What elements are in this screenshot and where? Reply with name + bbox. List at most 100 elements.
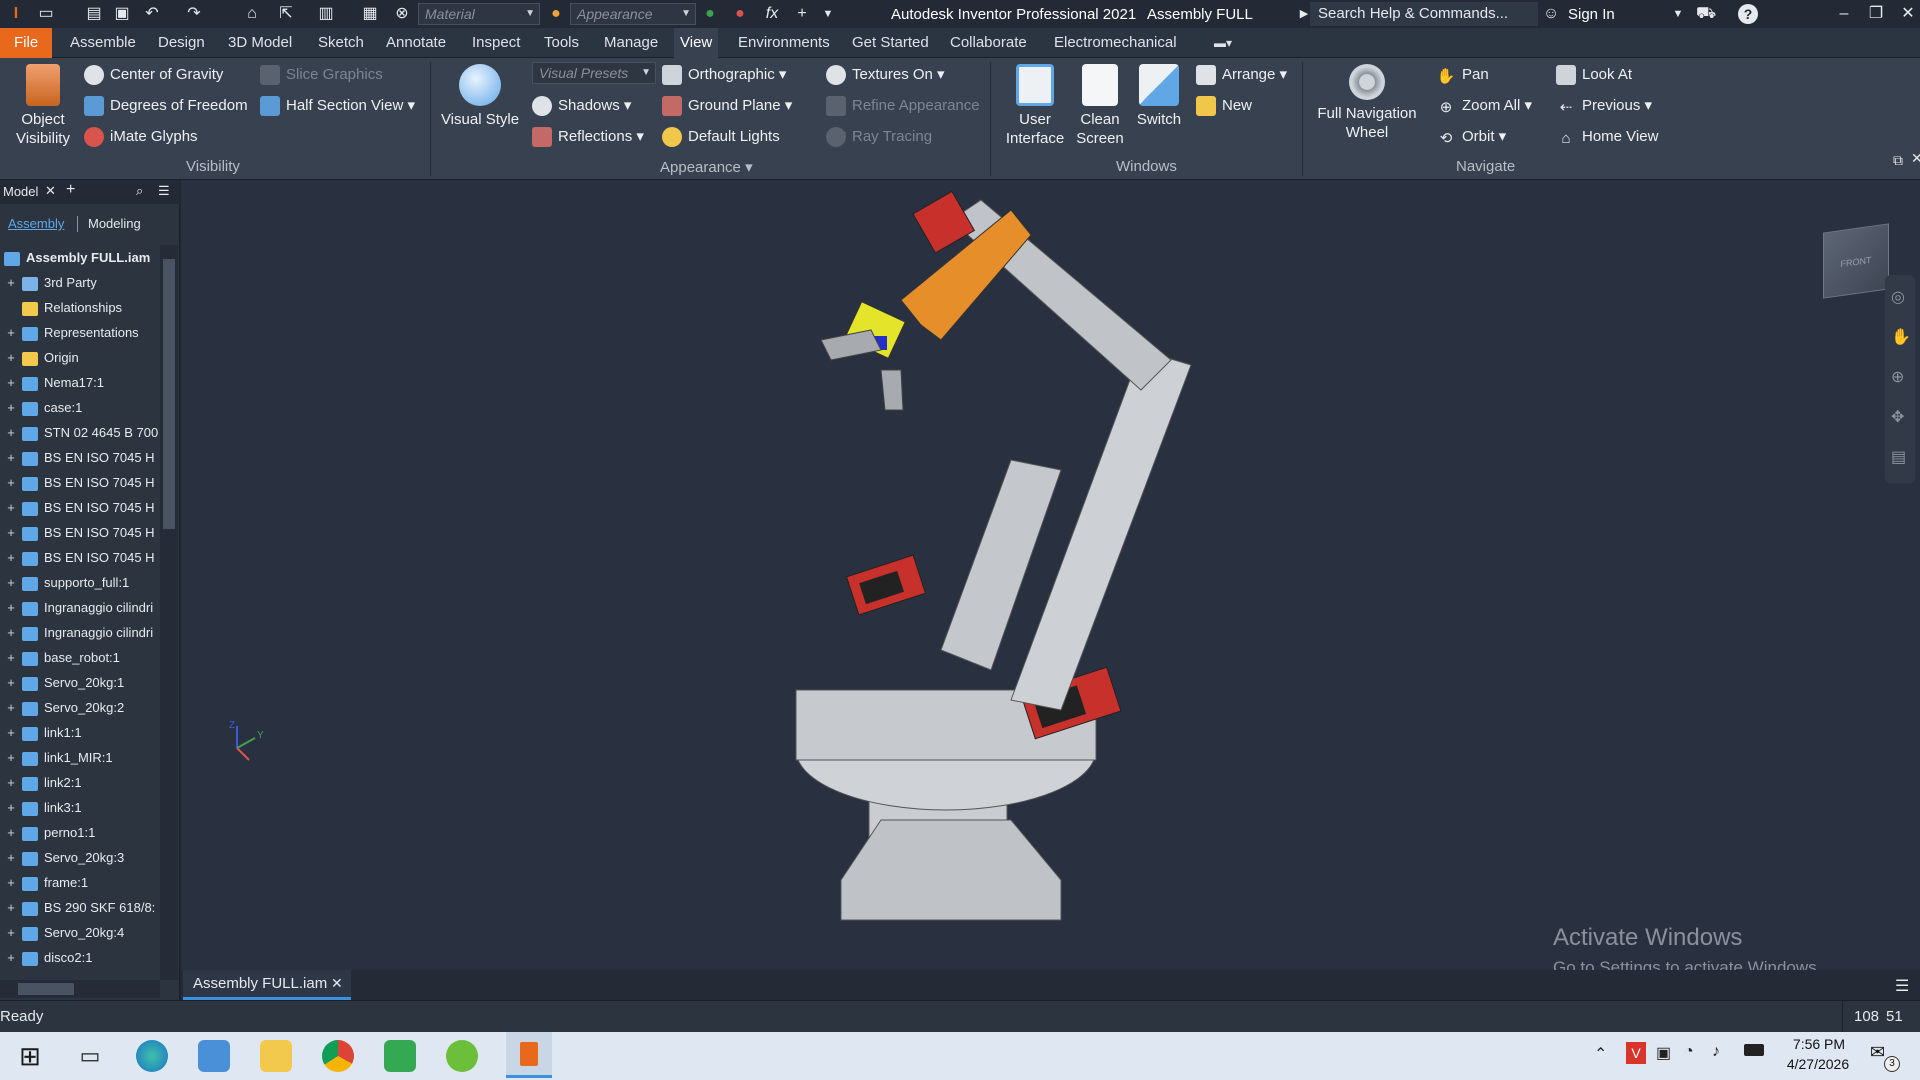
tree-item[interactable]: Relationships (0, 295, 160, 320)
scrollbar-thumb[interactable] (163, 259, 175, 529)
clock-time[interactable]: 7:56 PM (1784, 1036, 1854, 1052)
graphics-viewport[interactable]: FRONT ◎ ✋ ⊕ ✥ ▤ ⧉ ✕ Z Y Activate Windows… (181, 150, 1920, 977)
orthographic-button[interactable]: Orthographic ▾ (662, 63, 786, 87)
clean-screen-button[interactable]: Clean Screen (1072, 64, 1128, 148)
expand-icon[interactable]: + (4, 495, 18, 520)
expand-icon[interactable]: + (4, 595, 18, 620)
clock-date[interactable]: 4/27/2026 (1776, 1056, 1860, 1072)
document-tab-assembly[interactable]: Assembly FULL.iam ✕ (183, 970, 351, 1000)
measure-icon[interactable]: ▥ (316, 4, 336, 24)
tray-chevron-icon[interactable]: ⌃ (1594, 1044, 1607, 1064)
ribbon-options-icon[interactable]: ▬▾ (1208, 28, 1238, 58)
viewport-restore-icon[interactable]: ⧉ (1893, 152, 1903, 169)
object-visibility-button[interactable]: Object Visibility (8, 64, 78, 148)
tab-view[interactable]: View (674, 28, 719, 58)
app-green-icon[interactable] (446, 1040, 478, 1072)
degrees-of-freedom-button[interactable]: Degrees of Freedom (84, 94, 248, 118)
expand-icon[interactable]: + (4, 895, 18, 920)
clear-override-icon[interactable]: ● (730, 4, 750, 24)
sign-in-button[interactable]: Sign In (1568, 6, 1615, 23)
appearance-group-label[interactable]: Appearance ▾ (660, 158, 753, 176)
viewport-close-icon[interactable]: ✕ (1911, 150, 1920, 167)
tree-item[interactable]: +3rd Party (0, 270, 160, 295)
pan-hand-icon[interactable]: ✋ (1891, 327, 1911, 347)
close-model-tab-icon[interactable]: ✕ (45, 183, 56, 199)
tree-item[interactable]: + link1_MIR:1 (0, 745, 160, 770)
expand-icon[interactable]: + (4, 870, 18, 895)
home-icon[interactable]: ⌂ (242, 4, 262, 24)
doc-tabs-menu-icon[interactable]: ☰ (1895, 976, 1909, 996)
look-at-nav-icon[interactable]: ▤ (1891, 447, 1906, 467)
tree-item[interactable]: + perno1:1 (0, 820, 160, 845)
expand-icon[interactable]: + (4, 270, 18, 295)
modeling-subtab[interactable]: Modeling (88, 216, 141, 231)
shadows-button[interactable]: Shadows ▾ (532, 94, 631, 118)
pan-button[interactable]: ✋ Pan (1436, 63, 1489, 87)
ray-tracing-button[interactable]: Ray Tracing (826, 125, 932, 149)
previous-view-button[interactable]: ⇠ Previous ▾ (1556, 94, 1652, 118)
tree-item[interactable]: + Servo_20kg:4 (0, 920, 160, 945)
expand-icon[interactable]: + (4, 345, 18, 370)
undo-icon[interactable]: ↶ (142, 4, 162, 24)
imate-glyphs-button[interactable]: iMate Glyphs (84, 125, 198, 149)
tree-item[interactable]: + base_robot:1 (0, 645, 160, 670)
expand-icon[interactable]: + (4, 545, 18, 570)
clear-appearance-icon[interactable]: ⊗ (392, 4, 412, 24)
tree-item[interactable]: + BS EN ISO 7045 H (0, 470, 160, 495)
home-view-button[interactable]: ⌂ Home View (1556, 125, 1658, 149)
tree-item[interactable]: + BS EN ISO 7045 H (0, 495, 160, 520)
battery-icon[interactable] (1744, 1044, 1764, 1056)
tree-item[interactable]: + Nema17:1 (0, 370, 160, 395)
h-scrollbar-thumb[interactable] (18, 983, 74, 995)
expand-icon[interactable]: + (4, 820, 18, 845)
appearance-ball-icon[interactable]: ● (546, 4, 566, 24)
expand-icon[interactable]: + (4, 945, 18, 970)
add-icon[interactable]: + (792, 4, 812, 24)
restore-icon[interactable]: ❐ (1866, 4, 1886, 24)
textures-on-button[interactable]: Textures On ▾ (826, 63, 945, 87)
update-icon[interactable]: ▦ (360, 4, 380, 24)
browser-horizontal-scrollbar[interactable] (0, 980, 160, 998)
tab-sketch[interactable]: Sketch (312, 28, 370, 58)
tree-item[interactable]: + Representations (0, 320, 160, 345)
expand-icon[interactable]: + (4, 520, 18, 545)
cart-icon[interactable]: ⛟ (1696, 4, 1716, 24)
center-of-gravity-button[interactable]: Center of Gravity (84, 63, 223, 87)
wifi-icon[interactable]: ◔ (1684, 1043, 1694, 1061)
tree-item[interactable]: + case:1 (0, 395, 160, 420)
tab-annotate[interactable]: Annotate (380, 28, 452, 58)
tab-manage[interactable]: Manage (598, 28, 664, 58)
tree-item[interactable]: + BS 290 SKF 618/8: (0, 895, 160, 920)
refine-appearance-button[interactable]: Refine Appearance (826, 94, 980, 118)
zoom-nav-icon[interactable]: ⊕ (1891, 367, 1904, 387)
expand-icon[interactable]: + (4, 795, 18, 820)
menu-icon[interactable]: ☰ (158, 183, 170, 199)
expand-icon[interactable]: + (4, 670, 18, 695)
expand-icon[interactable]: + (4, 695, 18, 720)
tab-inspect[interactable]: Inspect (466, 28, 526, 58)
tree-item[interactable]: + Origin (0, 345, 160, 370)
help-icon[interactable]: ? (1738, 4, 1758, 24)
windows-start-icon[interactable]: ⊞ (14, 1040, 46, 1072)
user-interface-button[interactable]: User Interface (998, 64, 1072, 148)
inventor-taskbar-button[interactable] (506, 1032, 552, 1078)
tree-root[interactable]: Assembly FULL.iam (0, 245, 160, 270)
parameters-fx-icon[interactable]: fx (762, 4, 782, 24)
tab-get-started[interactable]: Get Started (846, 28, 935, 58)
full-navigation-wheel-button[interactable]: Full Navigation Wheel (1310, 64, 1424, 142)
new-window-button[interactable]: New (1196, 94, 1252, 118)
expand-icon[interactable]: + (4, 720, 18, 745)
meet-now-icon[interactable]: ▣ (1656, 1043, 1671, 1063)
open-folder-icon[interactable]: ▤ (84, 4, 104, 24)
file-explorer-icon[interactable] (260, 1040, 292, 1072)
visual-presets-dropdown[interactable]: Visual Presets ▼ (532, 62, 656, 84)
tab-tools[interactable]: Tools (538, 28, 585, 58)
zoom-all-button[interactable]: ⊕ Zoom All ▾ (1436, 94, 1532, 118)
task-view-icon[interactable]: ▭ (74, 1040, 106, 1072)
tab-model[interactable]: Model (3, 184, 38, 199)
chrome-icon[interactable] (322, 1040, 354, 1072)
viewcube[interactable]: FRONT (1823, 223, 1889, 299)
expand-icon[interactable]: + (4, 920, 18, 945)
redo-icon[interactable]: ↷ (184, 4, 204, 24)
arrange-button[interactable]: Arrange ▾ (1196, 63, 1287, 87)
